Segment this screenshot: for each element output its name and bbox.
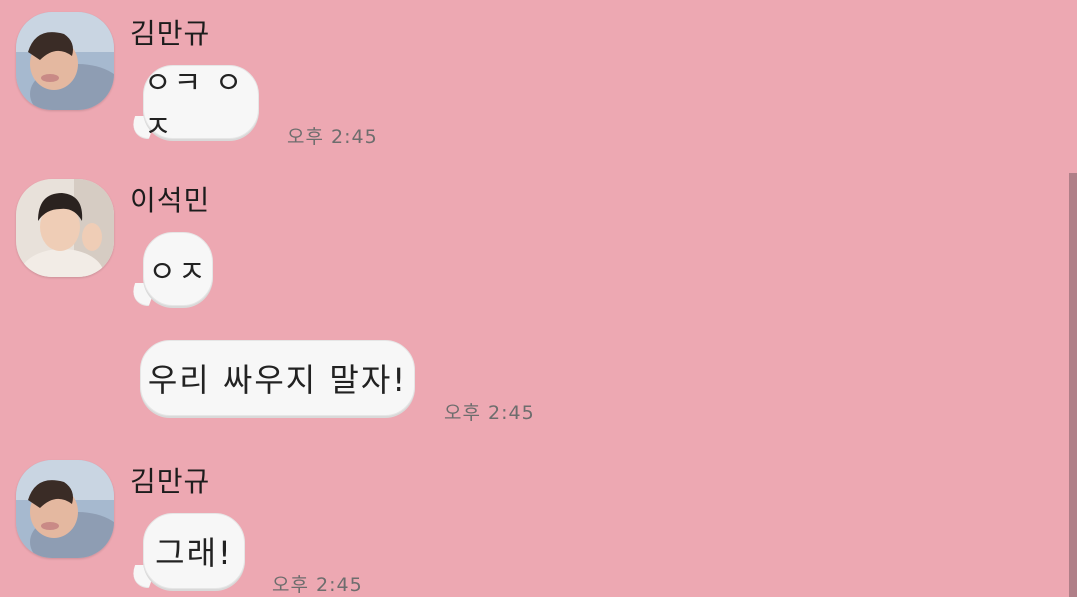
sender-name: 김만규: [130, 465, 211, 498]
message-text: ㅇㅈ: [148, 255, 208, 290]
sender-name: 김만규: [130, 17, 211, 50]
message-text: ㅇㅋ ㅇㅈ: [144, 66, 245, 145]
scrollbar[interactable]: [1069, 173, 1077, 597]
avatar-kim-mangyu[interactable]: [16, 460, 114, 558]
message-bubble[interactable]: ㅇㅋ ㅇㅈ: [143, 65, 259, 145]
avatar-kim-mangyu[interactable]: [16, 12, 114, 110]
message-time: 오후 2:45: [287, 126, 378, 148]
message-bubble[interactable]: 우리 싸우지 말자!: [140, 340, 415, 416]
sender-name: 이석민: [130, 184, 211, 217]
message-text: 그래!: [155, 534, 233, 572]
message-time: 오후 2:45: [272, 574, 363, 596]
message-time: 오후 2:45: [444, 402, 535, 424]
message-bubble[interactable]: 그래!: [143, 513, 245, 589]
avatar-lee-seokmin[interactable]: [16, 179, 114, 277]
message-bubble[interactable]: ㅇㅈ: [143, 232, 213, 306]
message-text: 우리 싸우지 말자!: [147, 361, 408, 399]
